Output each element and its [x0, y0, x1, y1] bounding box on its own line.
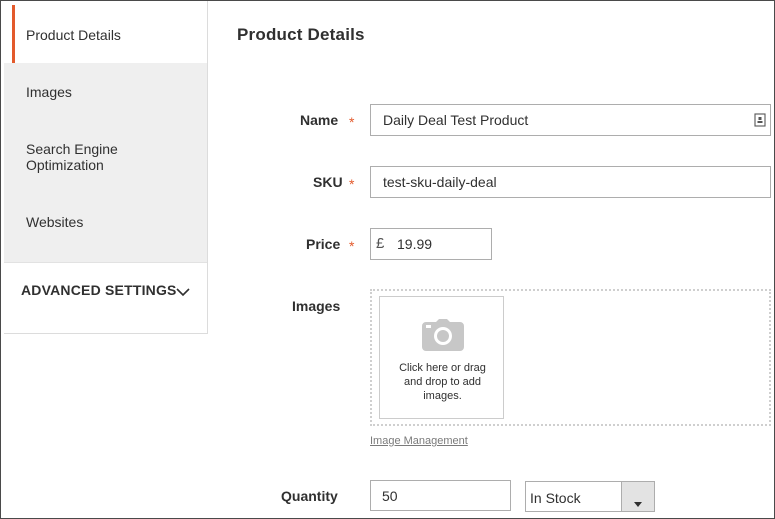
- image-upload-button[interactable]: Click here or drag and drop to add image…: [379, 296, 504, 419]
- camera-icon: [422, 319, 464, 356]
- name-label: Name: [300, 112, 339, 128]
- page-title: Product Details: [237, 25, 365, 44]
- quantity-label: Quantity: [281, 488, 338, 504]
- quantity-input[interactable]: 50: [370, 480, 511, 511]
- images-label: Images: [292, 298, 341, 314]
- advanced-settings-label: ADVANCED SETTINGS: [21, 282, 177, 298]
- name-input-value: Daily Deal Test Product: [383, 112, 529, 128]
- sidebar-item-label: Websites: [26, 214, 84, 230]
- stock-status-select[interactable]: In Stock: [525, 481, 655, 512]
- dropdown-button[interactable]: [621, 482, 654, 511]
- sidebar-item-label: Images: [26, 84, 72, 100]
- upload-instructions: Click here or drag and drop to add image…: [399, 362, 486, 402]
- sidebar-item-label: Search Engine Optimization: [26, 141, 118, 173]
- active-indicator: [12, 5, 15, 63]
- price-input-value: 19.99: [397, 236, 433, 252]
- sku-label: SKU: [313, 174, 343, 190]
- caret-down-icon: [634, 494, 642, 512]
- advanced-settings-toggle[interactable]: ADVANCED SETTINGS: [4, 263, 207, 333]
- price-label: Price: [306, 236, 341, 252]
- required-asterisk: *: [349, 114, 355, 130]
- app-frame: Product Details Images Search Engine Opt…: [0, 0, 775, 519]
- scope-icon[interactable]: [754, 113, 766, 130]
- sidebar-item-product-details[interactable]: Product Details: [4, 1, 207, 64]
- name-input[interactable]: Daily Deal Test Product: [370, 104, 771, 136]
- sku-input[interactable]: test-sku-daily-deal: [370, 166, 771, 198]
- sidebar-item-images[interactable]: Images: [4, 63, 207, 121]
- sidebar-item-label: Product Details: [26, 27, 121, 43]
- quantity-input-value: 50: [382, 488, 398, 504]
- image-management-link[interactable]: Image Management: [370, 435, 468, 447]
- sidebar-item-seo[interactable]: Search Engine Optimization: [4, 120, 207, 196]
- required-asterisk: *: [349, 176, 355, 192]
- sidebar-item-websites[interactable]: Websites: [4, 195, 207, 263]
- sku-input-value: test-sku-daily-deal: [383, 174, 497, 190]
- required-asterisk: *: [349, 238, 355, 254]
- chevron-down-icon: [176, 284, 190, 302]
- sidebar: Product Details Images Search Engine Opt…: [4, 1, 208, 334]
- price-input[interactable]: £ 19.99: [370, 228, 492, 260]
- stock-status-value: In Stock: [530, 490, 581, 506]
- currency-symbol: £: [376, 235, 385, 252]
